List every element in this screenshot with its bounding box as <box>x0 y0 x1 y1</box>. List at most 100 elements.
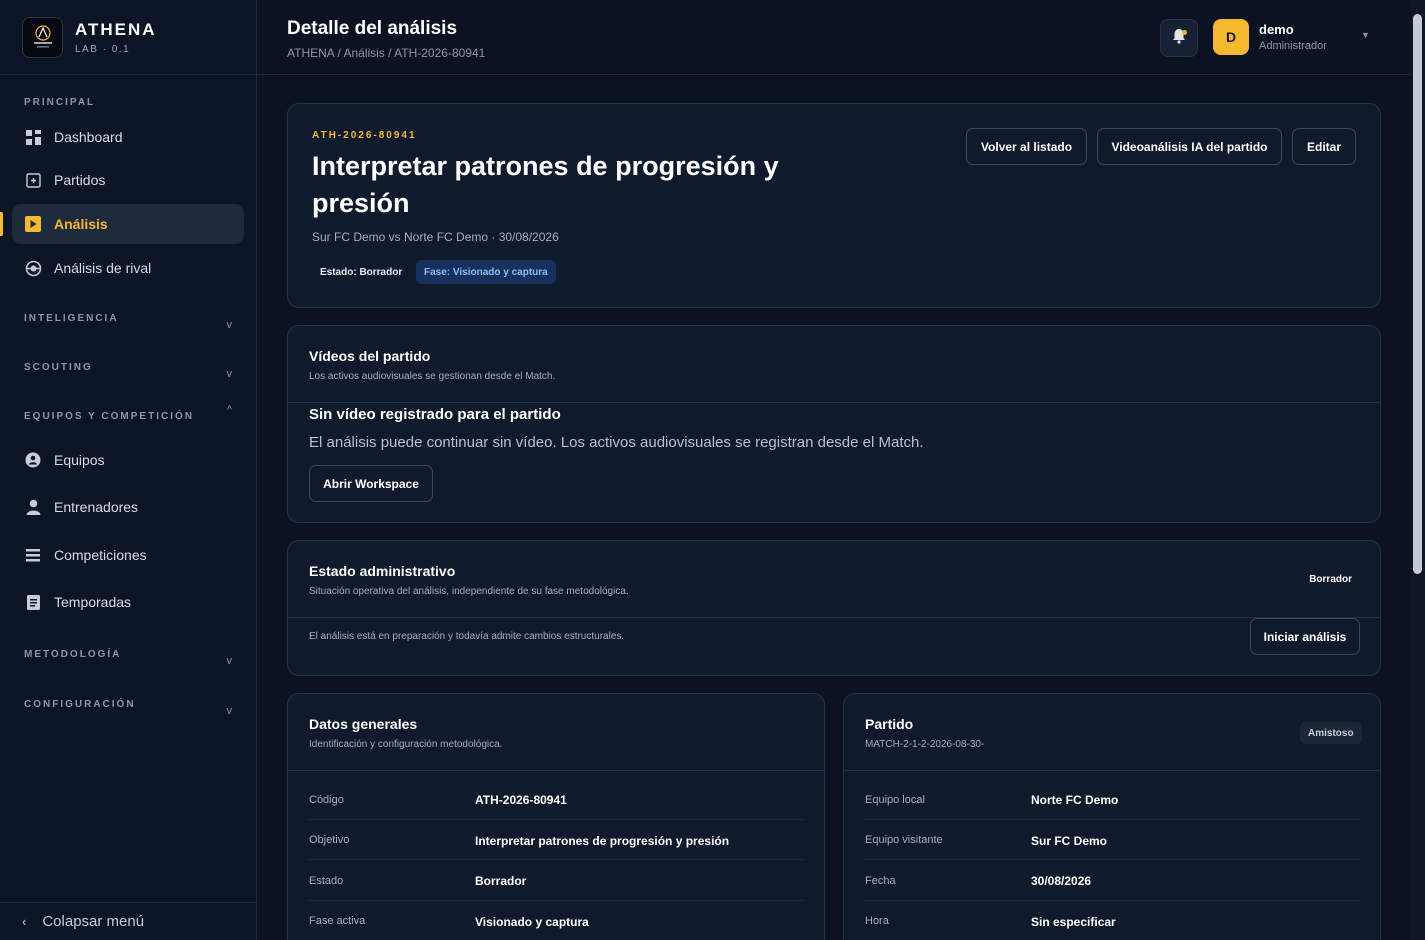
row-label-objetivo: Objetivo <box>309 834 350 846</box>
general-subtitle: Identificación y configuración metodológ… <box>309 739 503 750</box>
sidebar-item-label: Entrenadores <box>54 499 139 515</box>
sidebar-item-label: Análisis de rival <box>54 260 152 276</box>
admin-subtitle: Situación operativa del análisis, indepe… <box>309 586 629 597</box>
row-divider <box>865 819 1359 820</box>
admin-title: Estado administrativo <box>309 563 456 579</box>
section-scouting[interactable]: SCOUTING <box>24 362 93 373</box>
sidebar-item-label: Análisis <box>54 216 108 232</box>
admin-status-card: Estado administrativo Situación operativ… <box>287 540 1381 676</box>
top-header: Detalle del análisis ATHENA / Análisis /… <box>257 0 1410 75</box>
user-name[interactable]: demo <box>1259 22 1294 37</box>
sidebar-item-entrenadores[interactable]: Entrenadores <box>12 487 244 527</box>
phase-badge: Fase: Visionado y captura <box>416 260 556 284</box>
general-title: Datos generales <box>309 716 418 732</box>
no-video-text: El análisis puede continuar sin vídeo. L… <box>309 434 924 451</box>
avatar[interactable]: D <box>1213 19 1249 55</box>
row-divider <box>865 900 1359 901</box>
sidebar-item-label: Temporadas <box>54 594 132 610</box>
sidebar-item-dashboard[interactable]: Dashboard <box>12 117 244 157</box>
sidebar-item-equipos[interactable]: Equipos <box>12 440 244 480</box>
edit-button[interactable]: Editar <box>1292 128 1356 165</box>
sidebar-item-label: Equipos <box>54 452 105 468</box>
grid-icon <box>24 128 42 146</box>
section-equipos-competicion[interactable]: EQUIPOS Y COMPETICIÓN <box>24 411 194 422</box>
target-icon <box>24 259 42 277</box>
row-label-fase: Fase activa <box>309 915 366 927</box>
page-scrollbar[interactable] <box>1410 0 1425 940</box>
section-metodologia[interactable]: METODOLOGÍA <box>24 649 121 660</box>
chevron-down-icon[interactable]: v <box>227 705 233 717</box>
match-id: MATCH-2-1-2-2026-08-30- <box>865 739 985 750</box>
notifications-button[interactable] <box>1160 19 1198 57</box>
analysis-header-card: ATH-2026-80941 Interpretar patrones de p… <box>287 103 1381 308</box>
chevron-left-icon: ‹ <box>22 914 27 929</box>
match-title: Partido <box>865 716 914 732</box>
page-title: Detalle del análisis <box>287 18 458 39</box>
brand-version: LAB · 0.1 <box>75 43 131 55</box>
list-icon <box>24 546 42 564</box>
row-divider <box>309 819 803 820</box>
collapse-menu-label: Colapsar menú <box>42 913 145 930</box>
divider <box>288 402 1380 403</box>
chevron-down-icon[interactable]: v <box>227 368 233 380</box>
back-to-list-button[interactable]: Volver al listado <box>966 128 1087 165</box>
open-workspace-button[interactable]: Abrir Workspace <box>309 465 433 502</box>
admin-note: El análisis está en preparación y todaví… <box>309 631 625 642</box>
start-analysis-button[interactable]: Iniciar análisis <box>1250 618 1360 655</box>
play-icon <box>24 215 42 233</box>
row-divider <box>309 859 803 860</box>
caret-down-icon[interactable]: ▼ <box>1361 30 1370 40</box>
active-indicator <box>0 212 3 236</box>
row-label-equipo-visitante: Equipo visitante <box>865 834 943 846</box>
divider <box>288 770 824 771</box>
document-icon <box>24 593 42 611</box>
row-value-fase: Visionado y captura <box>475 915 589 929</box>
row-value-equipo-local: Norte FC Demo <box>1031 793 1119 807</box>
user-icon <box>24 498 42 516</box>
sidebar: ATHENA LAB · 0.1 PRINCIPAL Dashboard Par… <box>0 0 257 940</box>
videos-subtitle: Los activos audiovisuales se gestionan d… <box>309 371 556 382</box>
section-inteligencia[interactable]: INTELIGENCIA <box>24 313 119 324</box>
analysis-meta: Sur FC Demo vs Norte FC Demo · 30/08/202… <box>312 230 559 244</box>
row-divider <box>865 859 1359 860</box>
match-type-badge: Amistoso <box>1300 722 1362 744</box>
sidebar-item-partidos[interactable]: Partidos <box>12 160 244 200</box>
divider <box>288 617 1380 618</box>
row-value-estado: Borrador <box>475 874 527 888</box>
analysis-code: ATH-2026-80941 <box>312 130 417 141</box>
notification-dot <box>1182 30 1187 35</box>
row-label-fecha: Fecha <box>865 875 896 887</box>
row-divider <box>309 900 803 901</box>
chevron-down-icon[interactable]: v <box>227 655 233 667</box>
shield-icon <box>24 451 42 469</box>
status-badge: Estado: Borrador <box>312 260 411 284</box>
row-value-codigo: ATH-2026-80941 <box>475 793 567 807</box>
sidebar-item-analisis-rival[interactable]: Análisis de rival <box>12 248 244 288</box>
scrollbar-thumb[interactable] <box>1413 14 1422 574</box>
brand: ATHENA LAB · 0.1 <box>0 0 256 75</box>
row-label-codigo: Código <box>309 794 344 806</box>
calendar-icon <box>24 171 42 189</box>
sidebar-item-temporadas[interactable]: Temporadas <box>12 582 244 622</box>
breadcrumb[interactable]: ATHENA / Análisis / ATH-2026-80941 <box>287 46 485 60</box>
row-label-equipo-local: Equipo local <box>865 794 925 806</box>
section-configuracion[interactable]: CONFIGURACIÓN <box>24 699 136 710</box>
row-label-hora: Hora <box>865 915 889 927</box>
section-principal: PRINCIPAL <box>24 97 96 108</box>
row-label-estado: Estado <box>309 875 344 887</box>
video-ai-button[interactable]: Videoanálisis IA del partido <box>1097 128 1282 165</box>
chevron-up-icon[interactable]: ^ <box>227 404 232 416</box>
sidebar-item-competiciones[interactable]: Competiciones <box>12 535 244 575</box>
sidebar-item-analisis[interactable]: Análisis <box>12 204 244 244</box>
videos-card: Vídeos del partido Los activos audiovisu… <box>287 325 1381 523</box>
admin-status-badge: Borrador <box>1309 574 1352 585</box>
sidebar-item-label: Dashboard <box>54 129 123 145</box>
sidebar-item-label: Partidos <box>54 172 106 188</box>
user-role: Administrador <box>1259 40 1327 52</box>
collapse-menu-button[interactable]: ‹ Colapsar menú <box>0 902 257 940</box>
chevron-down-icon[interactable]: v <box>227 319 233 331</box>
sidebar-item-label: Competiciones <box>54 547 147 563</box>
match-card: Partido MATCH-2-1-2-2026-08-30- Amistoso… <box>843 693 1381 940</box>
divider <box>844 770 1380 771</box>
row-value-fecha: 30/08/2026 <box>1031 874 1092 888</box>
